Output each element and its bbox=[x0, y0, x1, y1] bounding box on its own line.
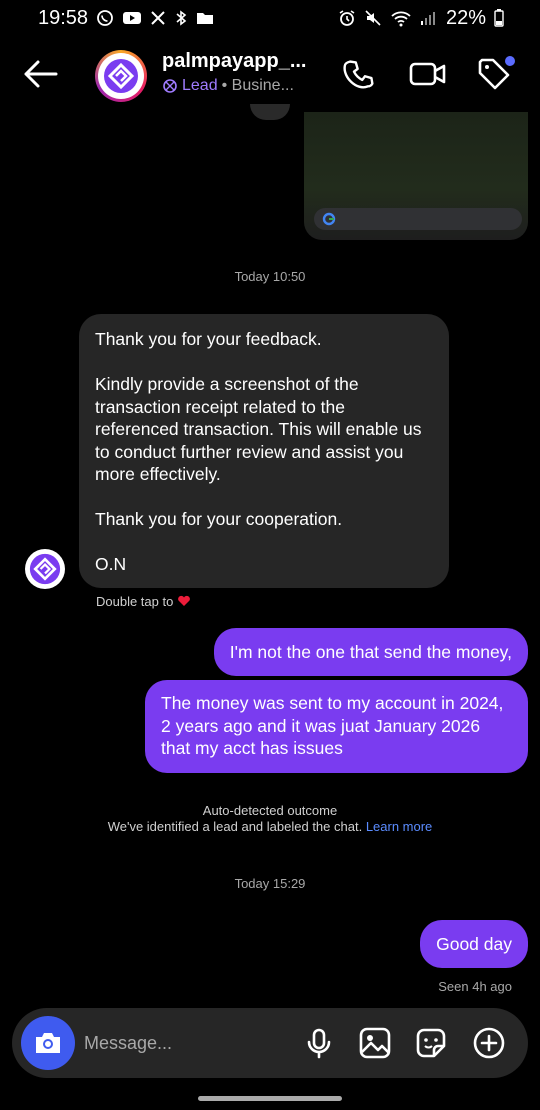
timestamp-divider: Today 15:29 bbox=[234, 876, 306, 891]
chat-username: palmpayapp_... bbox=[162, 50, 307, 72]
palmpay-logo-icon bbox=[29, 553, 61, 585]
battery-percent: 22% bbox=[445, 6, 486, 29]
wifi-icon bbox=[391, 11, 411, 27]
x-icon bbox=[151, 11, 165, 25]
outgoing-message-bubble[interactable]: I'm not the one that send the money, bbox=[213, 628, 528, 676]
folder-icon bbox=[197, 13, 214, 24]
double-tap-hint: Double tap to bbox=[96, 594, 191, 609]
lead-icon bbox=[163, 79, 177, 93]
whatsapp-icon bbox=[97, 10, 113, 26]
mute-icon bbox=[365, 10, 381, 26]
youtube-icon bbox=[123, 12, 142, 24]
chat-header: palmpayapp_... Lead • Busine... bbox=[0, 36, 540, 112]
sticker-icon[interactable] bbox=[414, 1026, 448, 1060]
camera-icon bbox=[36, 1033, 60, 1053]
learn-more-link[interactable]: Learn more bbox=[366, 819, 432, 834]
auto-detected-notice: Auto-detected outcome We've identified a… bbox=[0, 803, 540, 835]
status-bar: 19:58 22% bbox=[0, 0, 540, 36]
signal-icon bbox=[420, 12, 435, 25]
outgoing-message-bubble[interactable]: Good day bbox=[420, 920, 528, 968]
message-composer bbox=[12, 1008, 528, 1078]
sender-avatar[interactable] bbox=[25, 549, 65, 589]
palmpay-logo-icon bbox=[104, 59, 138, 93]
account-category: • Busine... bbox=[221, 77, 294, 94]
video-call-icon[interactable] bbox=[408, 56, 448, 92]
heart-icon bbox=[178, 595, 190, 606]
message-paragraph: Thank you for your cooperation. bbox=[95, 509, 343, 529]
camera-button[interactable] bbox=[21, 1016, 75, 1070]
auto-detect-title: Auto-detected outcome bbox=[202, 803, 338, 818]
add-plus-icon[interactable] bbox=[472, 1026, 506, 1060]
message-input[interactable] bbox=[84, 1026, 284, 1060]
message-paragraph: O.N bbox=[95, 554, 127, 574]
previous-avatar-fragment bbox=[250, 104, 290, 120]
profile-avatar[interactable] bbox=[95, 50, 147, 102]
gallery-icon[interactable] bbox=[358, 1026, 392, 1060]
message-paragraph: Kindly provide a screenshot of the trans… bbox=[95, 374, 422, 484]
battery-icon bbox=[494, 9, 504, 27]
back-arrow-icon[interactable] bbox=[20, 56, 60, 92]
google-search-bar-image bbox=[314, 208, 522, 230]
alarm-icon bbox=[339, 10, 355, 26]
notification-dot bbox=[505, 56, 515, 66]
timestamp-divider: Today 10:50 bbox=[234, 269, 306, 284]
lead-label: Lead bbox=[182, 77, 218, 94]
phone-call-icon[interactable] bbox=[342, 56, 378, 92]
status-time: 19:58 bbox=[38, 6, 89, 29]
outgoing-message-bubble[interactable]: The money was sent to my account in 2024… bbox=[145, 680, 528, 773]
previous-screenshot-image[interactable] bbox=[304, 112, 528, 240]
message-paragraph: Thank you for your feedback. bbox=[95, 329, 322, 349]
google-g-icon bbox=[322, 212, 336, 226]
chat-title-block[interactable]: palmpayapp_... Lead • Busine... bbox=[162, 50, 322, 95]
microphone-icon[interactable] bbox=[302, 1026, 336, 1060]
auto-detect-text: We've identified a lead and labeled the … bbox=[107, 819, 363, 834]
home-indicator[interactable] bbox=[198, 1096, 342, 1101]
bluetooth-icon bbox=[176, 10, 187, 26]
seen-status: Seen 4h ago bbox=[438, 979, 512, 994]
incoming-message-bubble[interactable]: Thank you for your feedback. Kindly prov… bbox=[79, 314, 449, 588]
